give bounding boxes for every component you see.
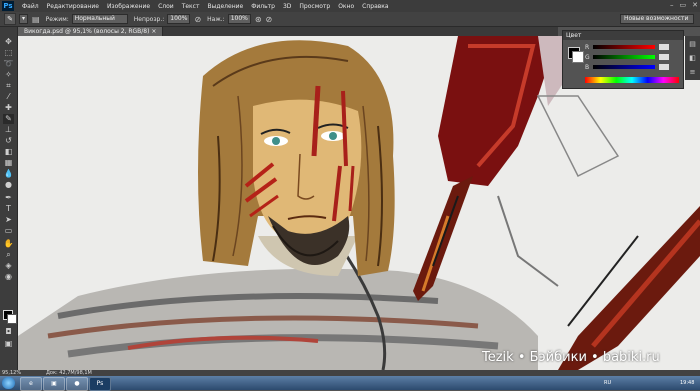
menu-edit[interactable]: Редактирование <box>43 3 103 10</box>
background-color-swatch[interactable] <box>7 314 17 324</box>
properties-panel-icon[interactable]: ≡ <box>688 68 697 77</box>
history-panel-icon[interactable]: ▤ <box>688 40 697 49</box>
panel-background-swatch[interactable] <box>572 51 584 63</box>
keyboard-language[interactable]: RU <box>604 380 611 386</box>
pressure-opacity-icon[interactable]: ⊘ <box>194 15 201 24</box>
menu-3d[interactable]: 3D <box>279 3 295 10</box>
dodge-tool-icon[interactable]: ● <box>3 180 14 190</box>
eraser-tool-icon[interactable]: ◧ <box>3 147 14 157</box>
menu-window[interactable]: Окно <box>334 3 358 10</box>
maximize-button[interactable]: ▭ <box>680 1 687 9</box>
mode-select[interactable]: Нормальный <box>71 14 128 24</box>
3d-camera-icon[interactable]: ◉ <box>3 272 14 282</box>
eyedropper-tool-icon[interactable]: ⁄ <box>3 92 14 102</box>
brush-preset-icon[interactable]: ✎ <box>4 13 16 25</box>
menu-text[interactable]: Текст <box>178 3 204 10</box>
close-button[interactable]: ✕ <box>692 1 698 9</box>
taskbar-explorer-icon[interactable]: ▣ <box>43 377 65 391</box>
blue-value-field[interactable] <box>659 64 669 70</box>
brush-tool-icon[interactable]: ✎ <box>3 114 14 124</box>
screen-mode-icon[interactable]: ▣ <box>3 339 14 349</box>
taskbar-chrome-icon[interactable]: ● <box>66 377 88 391</box>
move-tool-icon[interactable]: ✥ <box>3 37 14 47</box>
shape-tool-icon[interactable]: ▭ <box>3 226 14 236</box>
brush-panel-icon[interactable]: ▤ <box>32 15 40 24</box>
color-panel: Цвет R G B <box>562 30 684 89</box>
gradient-tool-icon[interactable]: ▦ <box>3 158 14 168</box>
color-panel-title: Цвет <box>563 31 683 40</box>
photoshop-logo: Ps <box>2 1 14 11</box>
toolbox: ✥ ⬚ ➰ ✧ ⌗ ⁄ ✚ ✎ ⊥ ↺ ◧ ▦ 💧 ● ✒ T ➤ ▭ ✋ ⌕ … <box>0 27 18 370</box>
document-tab-bar: Викогда.psd @ 95,1% (волосы 2, RGB/8) × <box>18 27 558 36</box>
menu-image[interactable]: Изображение <box>103 3 154 10</box>
blue-label: B <box>585 63 590 71</box>
marquee-tool-icon[interactable]: ⬚ <box>3 48 14 58</box>
quick-mask-icon[interactable]: ◘ <box>3 327 14 337</box>
clock[interactable]: 19:48 <box>680 380 694 386</box>
red-slider[interactable] <box>593 45 655 49</box>
pressure-size-icon[interactable]: ⊘ <box>266 15 273 24</box>
green-slider[interactable] <box>593 55 655 59</box>
options-bar: ✎ ▾ ▤ Режим: Нормальный Непрозр.: 100% ⊘… <box>0 12 700 27</box>
layers-panel-icon[interactable]: ◧ <box>688 54 697 63</box>
menu-file[interactable]: Файл <box>18 3 43 10</box>
panel-dock: ▤ ◧ ≡ <box>685 36 700 80</box>
3d-tool-icon[interactable]: ◈ <box>3 261 14 271</box>
type-tool-icon[interactable]: T <box>3 204 14 214</box>
flow-field[interactable]: 100% <box>227 14 251 24</box>
menu-view[interactable]: Просмотр <box>295 3 334 10</box>
history-brush-icon[interactable]: ↺ <box>3 136 14 146</box>
taskbar-ie-icon[interactable]: e <box>20 377 42 391</box>
red-slider-row: R <box>585 43 677 51</box>
brush-size-picker[interactable]: ▾ <box>19 14 29 24</box>
taskbar-photoshop-icon[interactable]: Ps <box>89 377 111 391</box>
menu-help[interactable]: Справка <box>358 3 392 10</box>
healing-tool-icon[interactable]: ✚ <box>3 103 14 113</box>
blue-slider-row: B <box>585 63 677 71</box>
menu-filter[interactable]: Фильтр <box>247 3 279 10</box>
path-select-icon[interactable]: ➤ <box>3 215 14 225</box>
hand-tool-icon[interactable]: ✋ <box>3 239 14 249</box>
lasso-tool-icon[interactable]: ➰ <box>3 59 14 69</box>
crop-tool-icon[interactable]: ⌗ <box>3 81 14 91</box>
start-button[interactable] <box>2 377 15 389</box>
airbrush-icon[interactable]: ⊛ <box>255 15 262 24</box>
window-controls: – ▭ ✕ <box>670 1 698 9</box>
opacity-label: Непрозр.: <box>133 15 165 23</box>
mode-label: Режим: <box>45 15 69 23</box>
flow-label: Наж.: <box>207 15 225 23</box>
menu-bar: Ps Файл Редактирование Изображение Слои … <box>0 0 700 12</box>
red-label: R <box>585 43 590 51</box>
workspace-select[interactable]: Новые возможности <box>620 14 694 24</box>
quick-select-tool-icon[interactable]: ✧ <box>3 70 14 80</box>
red-value-field[interactable] <box>659 44 669 50</box>
stamp-tool-icon[interactable]: ⊥ <box>3 125 14 135</box>
green-label: G <box>585 53 590 61</box>
pen-tool-icon[interactable]: ✒ <box>3 193 14 203</box>
opacity-field[interactable]: 100% <box>167 14 191 24</box>
green-value-field[interactable] <box>659 54 669 60</box>
watermark: Tezik • Бэйбики • babiki.ru <box>482 350 660 365</box>
windows-taskbar: e ▣ ● Ps RU 19:48 <box>0 376 700 391</box>
blur-tool-icon[interactable]: 💧 <box>3 169 14 179</box>
zoom-tool-icon[interactable]: ⌕ <box>3 250 14 260</box>
color-spectrum-bar[interactable] <box>585 77 679 83</box>
minimize-button[interactable]: – <box>670 1 674 9</box>
menu-select[interactable]: Выделение <box>203 3 247 10</box>
document-tab[interactable]: Викогда.psd @ 95,1% (волосы 2, RGB/8) × <box>18 27 164 36</box>
blue-slider[interactable] <box>593 65 655 69</box>
green-slider-row: G <box>585 53 677 61</box>
menu-layers[interactable]: Слои <box>154 3 178 10</box>
